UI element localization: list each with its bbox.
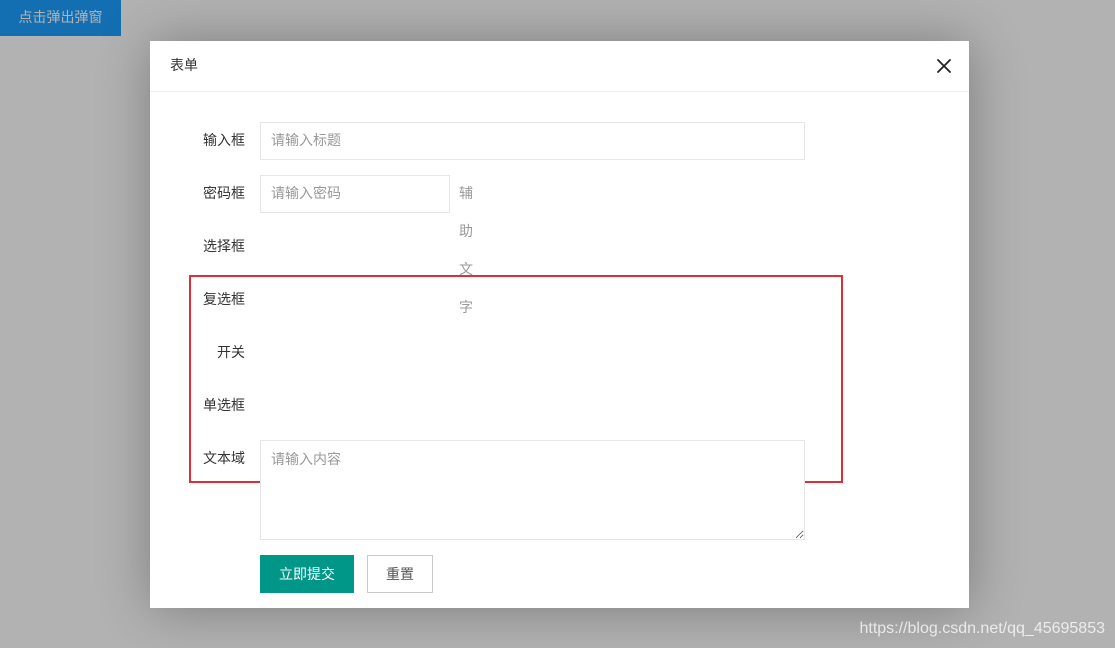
password-input[interactable] xyxy=(260,175,450,213)
checkbox-label: 复选框 xyxy=(203,292,245,308)
content-textarea[interactable] xyxy=(260,440,805,540)
reset-button[interactable]: 重置 xyxy=(367,555,433,593)
select-label: 选择框 xyxy=(203,239,245,255)
modal-title: 表单 xyxy=(170,58,198,74)
watermark: https://blog.csdn.net/qq_45695853 xyxy=(859,620,1105,637)
password-label: 密码框 xyxy=(203,186,245,202)
close-icon[interactable] xyxy=(935,57,953,75)
form-modal: 表单 输入框 密码框 辅助文字 选择框 复选框 开关 单选框 xyxy=(150,41,969,608)
modal-header: 表单 xyxy=(150,41,969,92)
title-input[interactable] xyxy=(260,122,805,160)
submit-button[interactable]: 立即提交 xyxy=(260,555,354,593)
textarea-label: 文本域 xyxy=(203,451,245,467)
switch-label: 开关 xyxy=(217,345,245,361)
input-label: 输入框 xyxy=(203,133,245,149)
radio-label: 单选框 xyxy=(203,398,245,414)
